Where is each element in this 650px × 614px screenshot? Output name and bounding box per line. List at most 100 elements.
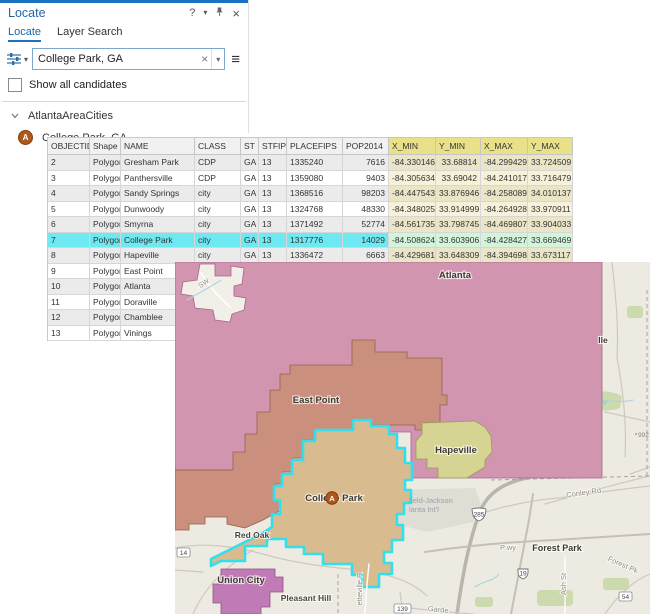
union-city-label: Union City: [217, 575, 265, 586]
table-cell: College Park: [121, 233, 195, 249]
table-cell: -84.264928: [481, 202, 528, 218]
table-cell: city: [195, 217, 241, 233]
column-header-shape[interactable]: Shape: [90, 138, 121, 155]
table-cell: 48330: [343, 202, 389, 218]
column-header-name[interactable]: NAME: [121, 138, 195, 155]
column-header-x_min[interactable]: X_MIN: [389, 138, 436, 155]
table-cell: 33.603906: [436, 233, 481, 249]
column-header-st[interactable]: ST: [241, 138, 259, 155]
table-cell: 33.970911: [528, 202, 573, 218]
table-cell: Polygon: [90, 264, 121, 280]
svg-text:14: 14: [180, 550, 188, 557]
table-cell: -84.241017: [481, 171, 528, 187]
show-all-candidates-checkbox[interactable]: [8, 78, 22, 92]
locate-result-marker[interactable]: A: [326, 492, 338, 504]
state-route-14-shield: 14: [177, 548, 190, 557]
column-header-y_max[interactable]: Y_MAX: [528, 138, 573, 155]
table-cell: city: [195, 233, 241, 249]
table-cell: 33.904033: [528, 217, 573, 233]
airport-label-line2: lanta Int'l: [409, 505, 439, 514]
tab-layer-search[interactable]: Layer Search: [57, 26, 122, 42]
table-cell: 3: [48, 171, 90, 187]
table-cell: 5: [48, 202, 90, 218]
table-row[interactable]: 7PolygonCollege ParkcityGA13131777614029…: [48, 233, 573, 249]
table-cell: 12: [48, 310, 90, 326]
svg-text:19: 19: [519, 571, 527, 578]
table-cell: Polygon: [90, 171, 121, 187]
table-cell: city: [195, 202, 241, 218]
tab-locate[interactable]: Locate: [8, 26, 41, 42]
svg-text:54: 54: [622, 594, 630, 601]
table-cell: 13: [259, 186, 287, 202]
table-cell: 52774: [343, 217, 389, 233]
state-route-54-shield: 54: [619, 592, 632, 601]
table-cell: -84.305634: [389, 171, 436, 187]
svg-text:A: A: [329, 494, 335, 503]
table-cell: GA: [241, 171, 259, 187]
table-cell: Polygon: [90, 233, 121, 249]
table-cell: 1324768: [287, 202, 343, 218]
table-cell: 13: [259, 155, 287, 171]
column-header-y_min[interactable]: Y_MIN: [436, 138, 481, 155]
column-header-pop2014[interactable]: POP2014: [343, 138, 389, 155]
result-group-header[interactable]: AtlantaAreaCities: [0, 102, 248, 122]
table-cell: Sandy Springs: [121, 186, 195, 202]
atlanta-label: Atlanta: [439, 270, 472, 281]
clear-search-icon[interactable]: ×: [198, 53, 211, 65]
table-cell: 1317776: [287, 233, 343, 249]
table-cell: -84.447543: [389, 186, 436, 202]
table-cell: 2: [48, 155, 90, 171]
table-cell: GA: [241, 217, 259, 233]
table-cell: city: [195, 186, 241, 202]
table-cell: 9403: [343, 171, 389, 187]
table-cell: Polygon: [90, 202, 121, 218]
table-cell: 13: [259, 217, 287, 233]
table-header-row: OBJECTIDShapeNAMECLASSSTSTFIPSPLACEFIPSP…: [48, 138, 573, 155]
table-cell: 4: [48, 186, 90, 202]
close-icon[interactable]: ×: [232, 7, 240, 20]
state-route-139-shield: 139: [394, 604, 411, 613]
column-header-objectid[interactable]: OBJECTID: [48, 138, 90, 155]
table-cell: 33.669469: [528, 233, 573, 249]
table-cell: -84.348025: [389, 202, 436, 218]
locate-pane: Locate ? ▾ × Locate Layer Search: [0, 0, 249, 133]
elevation-label: 992: [638, 432, 649, 439]
svg-text:285: 285: [474, 512, 485, 519]
table-cell: 33.914999: [436, 202, 481, 218]
column-header-class[interactable]: CLASS: [195, 138, 241, 155]
search-dropdown-icon[interactable]: ▾: [211, 49, 224, 69]
table-row[interactable]: 5PolygonDunwoodycityGA13132476848330-84.…: [48, 202, 573, 218]
search-field: × ▾: [32, 48, 225, 70]
search-input[interactable]: [33, 53, 198, 65]
table-cell: Gresham Park: [121, 155, 195, 171]
map-view[interactable]: Atlanta East Point Hapeville Union City …: [175, 262, 650, 614]
pin-icon[interactable]: [215, 6, 224, 20]
table-cell: -84.469807: [481, 217, 528, 233]
pane-tabs: Locate Layer Search: [0, 20, 248, 42]
help-icon[interactable]: ?: [189, 8, 195, 19]
table-cell: -84.428427: [481, 233, 528, 249]
checkbox-label: Show all candidates: [29, 79, 127, 91]
column-header-x_max[interactable]: X_MAX: [481, 138, 528, 155]
pleasant-hill-label: Pleasant Hill: [281, 593, 332, 603]
table-cell: GA: [241, 155, 259, 171]
result-marker-icon: A: [18, 130, 33, 145]
table-cell: Dunwoody: [121, 202, 195, 218]
table-cell: Polygon: [90, 310, 121, 326]
table-row[interactable]: 4PolygonSandy SpringscityGA1313685169820…: [48, 186, 573, 202]
chevron-down-icon[interactable]: ▾: [203, 9, 207, 17]
table-cell: 13: [259, 233, 287, 249]
table-cell: -84.561735: [389, 217, 436, 233]
table-cell: 33.69042: [436, 171, 481, 187]
table-row[interactable]: 6PolygonSmyrnacityGA13137149252774-84.56…: [48, 217, 573, 233]
search-options-button[interactable]: ▾: [6, 52, 28, 66]
table-cell: 8: [48, 248, 90, 264]
menu-icon[interactable]: ≡: [229, 52, 242, 67]
column-header-stfips[interactable]: STFIPS: [259, 138, 287, 155]
column-header-placefips[interactable]: PLACEFIPS: [287, 138, 343, 155]
table-row[interactable]: 3PolygonPanthersvilleCDPGA1313590809403-…: [48, 171, 573, 187]
chevron-down-icon: [10, 112, 20, 120]
river-label: er: [601, 398, 607, 407]
table-row[interactable]: 2PolygonGresham ParkCDPGA1313352407616-8…: [48, 155, 573, 171]
table-cell: Polygon: [90, 217, 121, 233]
